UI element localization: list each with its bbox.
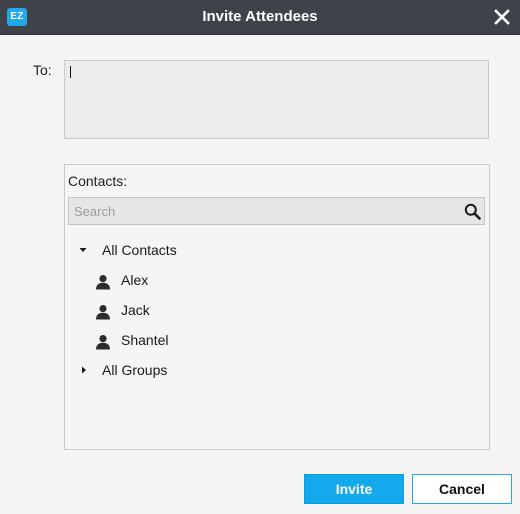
search-input[interactable]: [69, 198, 462, 224]
close-icon: [494, 9, 510, 25]
tree-node-all-groups[interactable]: All Groups: [79, 357, 379, 383]
person-icon: [95, 302, 111, 320]
chevron-down-icon[interactable]: [79, 237, 87, 263]
window-title: Invite Attendees: [202, 8, 318, 25]
contact-name: Jack: [121, 302, 150, 318]
contact-item-shantel[interactable]: Shantel: [95, 327, 375, 353]
contact-item-alex[interactable]: Alex: [95, 267, 375, 293]
contact-item-jack[interactable]: Jack: [95, 297, 375, 323]
search-box: [68, 197, 485, 225]
invite-button[interactable]: Invite: [304, 474, 404, 504]
to-field[interactable]: [64, 60, 489, 139]
contact-name: Shantel: [121, 332, 169, 348]
contacts-panel: Contacts: All Contacts Alex: [64, 164, 490, 450]
text-caret: [70, 66, 71, 78]
tree-node-all-contacts[interactable]: All Contacts: [79, 237, 379, 263]
search-icon[interactable]: [464, 203, 481, 220]
person-icon: [95, 272, 111, 290]
close-button[interactable]: [493, 8, 511, 26]
title-bar: EZ Invite Attendees: [0, 0, 520, 35]
chevron-right-icon[interactable]: [80, 357, 88, 383]
contacts-label: Contacts:: [68, 173, 128, 189]
tree-node-label: All Contacts: [102, 242, 177, 258]
to-label: To:: [33, 62, 52, 78]
person-icon: [95, 332, 111, 350]
cancel-button[interactable]: Cancel: [412, 474, 512, 504]
tree-node-label: All Groups: [102, 362, 168, 378]
contact-name: Alex: [121, 272, 149, 288]
